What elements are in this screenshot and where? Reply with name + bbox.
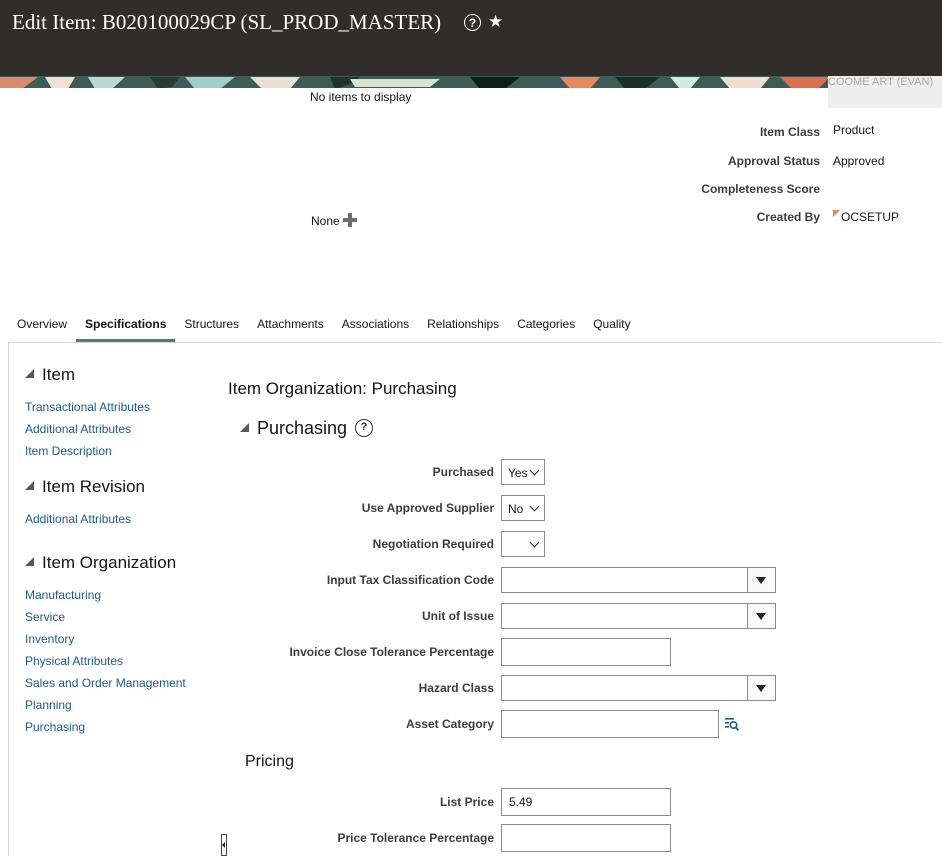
invoice-close-tolerance-label: Invoice Close Tolerance Percentage [289,645,494,659]
collapse-triangle-icon[interactable] [240,423,249,432]
hazard-class-combobox[interactable] [501,675,776,701]
item-class-value: Product [833,123,875,137]
created-by-label: Created By [756,210,820,224]
tab-relationships[interactable]: Relationships [418,308,508,342]
purchased-label: Purchased [432,465,494,479]
tab-specifications[interactable]: Specifications [76,308,176,342]
chevron-down-icon [529,501,540,512]
chevron-down-icon [529,465,540,476]
nav-link-additional-attributes[interactable]: Additional Attributes [25,422,131,436]
list-price-input[interactable]: 5.49 [501,788,671,816]
search-list-icon[interactable] [724,716,740,732]
nav-link-item-description[interactable]: Item Description [25,444,112,458]
purchased-value: Yes [508,466,528,480]
tab-categories[interactable]: Categories [508,308,584,342]
collapse-triangle-icon[interactable] [25,369,34,378]
nav-link-physical-attributes[interactable]: Physical Attributes [25,654,123,668]
approval-status-value: Approved [833,154,885,168]
nav-link-inventory[interactable]: Inventory [25,632,74,646]
collapse-triangle-icon[interactable] [25,481,34,490]
approval-status-label: Approval Status [727,154,820,168]
price-tolerance-label: Price Tolerance Percentage [337,831,494,845]
dropdown-arrow-icon[interactable] [747,676,775,700]
dropdown-arrow-icon[interactable] [747,604,775,628]
none-text: None [311,214,340,228]
asset-category-label: Asset Category [405,717,494,731]
purchasing-section-title: Purchasing [257,418,348,438]
help-circle-icon[interactable]: ? [355,419,373,437]
unit-of-issue-combobox[interactable] [501,603,776,629]
negotiation-required-label: Negotiation Required [372,537,494,551]
section-page-title: Item Organization: Purchasing [228,379,457,398]
decorative-banner [0,76,942,88]
empty-list-message: No items to display [310,90,412,104]
tab-associations[interactable]: Associations [333,308,418,342]
asset-category-input[interactable] [501,710,719,738]
input-tax-classification-combobox[interactable] [501,567,776,593]
nav-link-sales-and-order-management[interactable]: Sales and Order Management [25,676,186,690]
use-approved-supplier-value: No [508,502,524,516]
nav-link-planning[interactable]: Planning [25,698,72,712]
tab-divider [8,342,942,343]
use-approved-supplier-label: Use Approved Supplier [361,501,494,515]
tab-structures[interactable]: Structures [175,308,248,342]
pricing-section-title: Pricing [245,753,294,770]
collapse-triangle-icon[interactable] [25,557,34,566]
created-by-value: OCSETUP [841,210,900,224]
banner-overlay-text: COOME ART (EVAN) [828,76,942,108]
negotiation-required-select[interactable] [501,531,545,557]
item-class-label: Item Class [759,125,820,139]
list-price-label: List Price [439,795,494,809]
help-circle-icon[interactable]: ? [464,14,481,31]
nav-section-item-organization[interactable]: Item Organization [42,553,176,573]
input-tax-classification-label: Input Tax Classification Code [326,573,494,587]
tab-overview[interactable]: Overview [8,308,76,342]
hazard-class-label: Hazard Class [418,681,494,695]
tab-bar: Overview Specifications Structures Attac… [8,308,640,342]
tab-attachments[interactable]: Attachments [248,308,333,342]
nav-link-service[interactable]: Service [25,610,65,624]
tab-quality[interactable]: Quality [584,308,639,342]
invoice-close-tolerance-input[interactable] [501,638,671,666]
star-icon[interactable]: ★ [488,12,503,32]
dropdown-arrow-icon[interactable] [747,568,775,592]
price-tolerance-input[interactable] [501,824,671,852]
nav-link-transactional-attributes[interactable]: Transactional Attributes [25,400,150,414]
nav-link-manufacturing[interactable]: Manufacturing [25,588,101,602]
nav-link-revision-additional-attributes[interactable]: Additional Attributes [25,512,131,526]
plus-icon[interactable] [343,213,357,227]
flag-icon [833,210,840,217]
nav-section-item-revision[interactable]: Item Revision [42,477,145,497]
completeness-score-label: Completeness Score [701,182,820,196]
nav-link-purchasing[interactable]: Purchasing [25,720,85,734]
nav-section-item[interactable]: Item [42,365,75,385]
list-price-value: 5.49 [509,795,533,809]
purchased-select[interactable]: Yes [501,459,545,485]
use-approved-supplier-select[interactable]: No [501,495,545,521]
chevron-down-icon [529,537,540,548]
panel-border [8,342,9,856]
unit-of-issue-label: Unit of Issue [421,609,494,623]
page-title: Edit Item: B020100029CP (SL_PROD_MASTER) [12,10,442,34]
